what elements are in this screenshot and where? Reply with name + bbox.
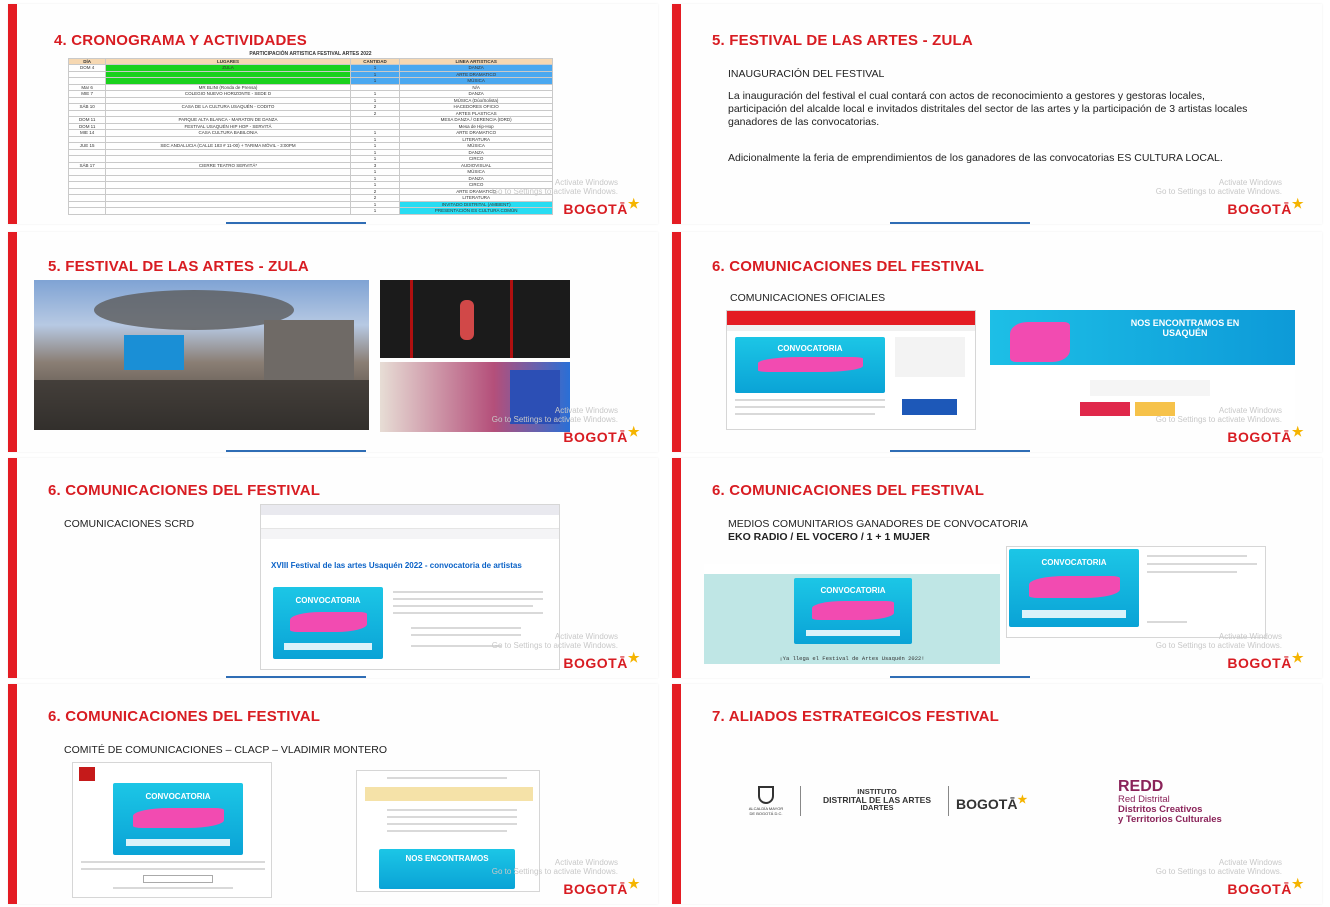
bogota-partner-logo: BOGOTĀ★: [956, 794, 1028, 812]
table-cell: [67, 207, 107, 215]
activate-windows-watermark: Activate Windows Go to Settings to activa…: [1155, 178, 1282, 196]
slide-subtitle: COMUNICACIONES OFICIALES: [730, 292, 886, 304]
slide-title: 6. COMUNICACIONES DEL FESTIVAL: [712, 482, 985, 499]
table-cell: [105, 207, 351, 215]
festival-banner-screenshot: NOS ENCONTRAMOS EN USAQUÉN: [990, 310, 1295, 420]
slide-title: 5. FESTIVAL DE LAS ARTES - ZULA: [48, 258, 309, 275]
social-post-screenshot: CONVOCATORIA: [1006, 546, 1266, 638]
slide-subtitle: COMUNICACIONES SCRD: [64, 518, 195, 530]
slide-red-bar: [672, 684, 681, 904]
slide-comunicaciones-scrd: 6. COMUNICACIONES DEL FESTIVAL COMUNICAC…: [8, 458, 658, 678]
slide-bottom-line: [226, 222, 366, 224]
bogota-logo: BOGOTĀ★: [563, 650, 640, 671]
slide-subtitle-media: EKO RADIO / EL VOCERO / 1 + 1 MUJER: [728, 531, 930, 543]
coat-of-arms-icon: [758, 786, 774, 804]
bogota-logo: BOGOTĀ★: [1227, 876, 1304, 897]
table-cell: PRESENTACIÓN ES CULTURA COMÚN: [399, 207, 553, 215]
media-caption: ¡Ya llega el Festival de Artes Usaquén 2…: [779, 655, 925, 662]
slide-subtitle: INAUGURACIÓN DEL FESTIVAL: [728, 68, 885, 80]
activate-windows-watermark: Activate Windows Go to Settings to activa…: [491, 178, 618, 196]
clacp-post-screenshot: CONVOCATORIA: [72, 762, 272, 898]
bogota-logo: BOGOTĀ★: [563, 424, 640, 445]
bogota-logo: BOGOTĀ★: [563, 876, 640, 897]
slide-festival-zula-text: 5. FESTIVAL DE LAS ARTES - ZULA INAUGURA…: [672, 4, 1322, 224]
alcaldia-logo: ALCALDÍA MAYOR DE BOGOTÁ D.C.: [746, 786, 786, 816]
alcaldia-website-screenshot: CONVOCATORIA: [726, 310, 976, 430]
slide-red-bar: [8, 458, 17, 678]
slide-paragraph-1: La inauguración del festival el cual con…: [728, 90, 1248, 128]
slide-festival-zula-photos: 5. FESTIVAL DE LAS ARTES - ZULA Activate…: [8, 232, 658, 452]
schedule-table: PARTICIPACIÓN ARTISTICA FESTIVAL ARTES 2…: [67, 51, 553, 215]
slide-bottom-line: [226, 450, 366, 452]
slide-cronograma: 4. CRONOGRAMA Y ACTIVIDADES PARTICIPACIÓ…: [8, 4, 658, 224]
photo-zula-event: [34, 280, 369, 430]
slide-bottom-line: [890, 222, 1030, 224]
slide-red-bar: [8, 684, 17, 904]
slide-red-bar: [8, 4, 17, 224]
slide-subtitle: COMITÉ DE COMUNICACIONES – CLACP – VLADI…: [64, 744, 388, 756]
bogota-logo: BOGOTĀ★: [1227, 650, 1304, 671]
page-heading: XVIII Festival de las artes Usaquén 2022…: [271, 561, 522, 570]
table-cell: 1: [349, 207, 401, 215]
photo-aerial-acrobat: [380, 280, 570, 358]
activate-windows-watermark: Activate Windows Go to Settings to activa…: [1155, 858, 1282, 876]
slide-red-bar: [672, 458, 681, 678]
slide-title: 6. COMUNICACIONES DEL FESTIVAL: [712, 258, 985, 275]
slide-comite-comunicaciones: 6. COMUNICACIONES DEL FESTIVAL COMITÉ DE…: [8, 684, 658, 904]
activate-windows-watermark: Activate Windows Go to Settings to activa…: [491, 632, 618, 650]
slide-bottom-line: [890, 676, 1030, 678]
slide-title: 4. CRONOGRAMA Y ACTIVIDADES: [54, 32, 307, 49]
slide-red-bar: [8, 232, 17, 452]
activate-windows-watermark: Activate Windows Go to Settings to activa…: [491, 406, 618, 424]
bogota-logo: BOGOTĀ★: [1227, 424, 1304, 445]
activate-windows-watermark: Activate Windows Go to Settings to activa…: [491, 858, 618, 876]
eko-radio-screenshot: CONVOCATORIA ¡Ya llega el Festival de Ar…: [704, 564, 1000, 664]
idartes-logo: INSTITUTO DISTRITAL DE LAS ARTES IDARTES: [823, 787, 931, 812]
slide-comunicaciones-oficiales: 6. COMUNICACIONES DEL FESTIVAL COMUNICAC…: [672, 232, 1322, 452]
slide-title: 7. ALIADOS ESTRATEGICOS FESTIVAL: [712, 708, 999, 725]
redd-logo: REDD Red Distrital Distritos Creativos y…: [1118, 778, 1222, 825]
logo-divider: [948, 786, 949, 816]
slide-aliados-estrategicos: 7. ALIADOS ESTRATEGICOS FESTIVAL ALCALDÍ…: [672, 684, 1322, 904]
bogota-logo: BOGOTĀ★: [1227, 196, 1304, 217]
activate-windows-watermark: Activate Windows Go to Settings to activa…: [1155, 406, 1282, 424]
slide-title: 6. COMUNICACIONES DEL FESTIVAL: [48, 482, 321, 499]
table-row: 1 PRESENTACIÓN ES CULTURA COMÚN: [67, 207, 553, 215]
slide-medios-comunitarios: 6. COMUNICACIONES DEL FESTIVAL MEDIOS CO…: [672, 458, 1322, 678]
slide-bottom-line: [226, 676, 366, 678]
slide-title: 6. COMUNICACIONES DEL FESTIVAL: [48, 708, 321, 725]
bogota-logo: BOGOTĀ★: [563, 196, 640, 217]
slide-red-bar: [672, 232, 681, 452]
slide-paragraph-2: Adicionalmente la feria de emprendimient…: [728, 152, 1223, 164]
logo-divider: [800, 786, 801, 816]
slide-bottom-line: [890, 450, 1030, 452]
activate-windows-watermark: Activate Windows Go to Settings to activa…: [1155, 632, 1282, 650]
slide-red-bar: [672, 4, 681, 224]
slide-title: 5. FESTIVAL DE LAS ARTES - ZULA: [712, 32, 973, 49]
slide-subtitle: MEDIOS COMUNITARIOS GANADORES DE CONVOCA…: [728, 518, 1028, 530]
